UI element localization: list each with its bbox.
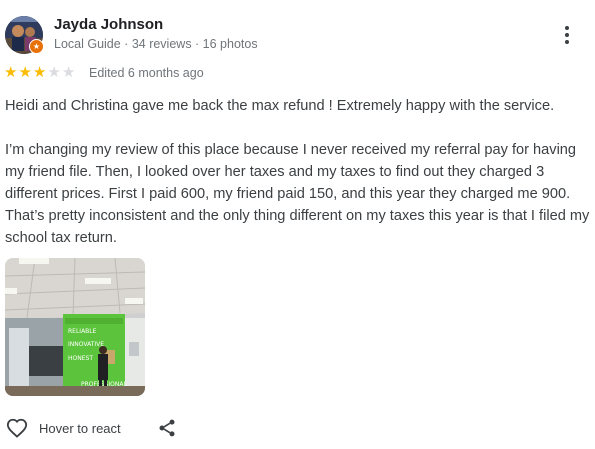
star-filled-icon: ★ — [4, 64, 18, 81]
star-filled-icon: ★ — [18, 64, 32, 81]
heart-outline-icon — [6, 418, 28, 438]
photo-wall-word: HONEST — [68, 355, 93, 362]
photo-wall-word: INNOVATIVE — [68, 341, 104, 348]
rating-stars: ★ ★ ★ ★ ★ — [4, 65, 75, 80]
react-label: Hover to react — [39, 420, 121, 436]
share-button[interactable] — [155, 416, 179, 440]
share-icon — [159, 419, 175, 437]
star-empty-icon: ★ — [61, 64, 76, 81]
review-paragraph: I’m changing my review of this place bec… — [5, 142, 590, 246]
review-actions: Hover to react — [5, 416, 175, 440]
edited-timestamp: Edited 6 months ago — [89, 66, 204, 80]
review-paragraph: Heidi and Christina gave me back the max… — [5, 98, 555, 114]
more-vertical-icon — [565, 26, 569, 30]
react-button[interactable]: Hover to react — [5, 417, 121, 439]
review-card: ★ Jayda Johnson Local Guide · 34 reviews… — [0, 0, 595, 449]
star-filled-icon: ★ — [32, 64, 47, 81]
local-guide-badge-icon: ★ — [29, 39, 44, 54]
photo-wall-word: RELIABLE — [68, 328, 97, 335]
author-meta: Local Guide · 34 reviews · 16 photos — [54, 37, 258, 51]
author-name[interactable]: Jayda Johnson — [54, 16, 163, 33]
review-text: Heidi and Christina gave me back the max… — [5, 95, 590, 271]
review-photo[interactable]: RELIABLE INNOVATIVE HONEST PROFESSIONAL — [5, 258, 145, 396]
star-empty-icon: ★ — [47, 64, 61, 81]
more-options-button[interactable] — [556, 22, 578, 48]
